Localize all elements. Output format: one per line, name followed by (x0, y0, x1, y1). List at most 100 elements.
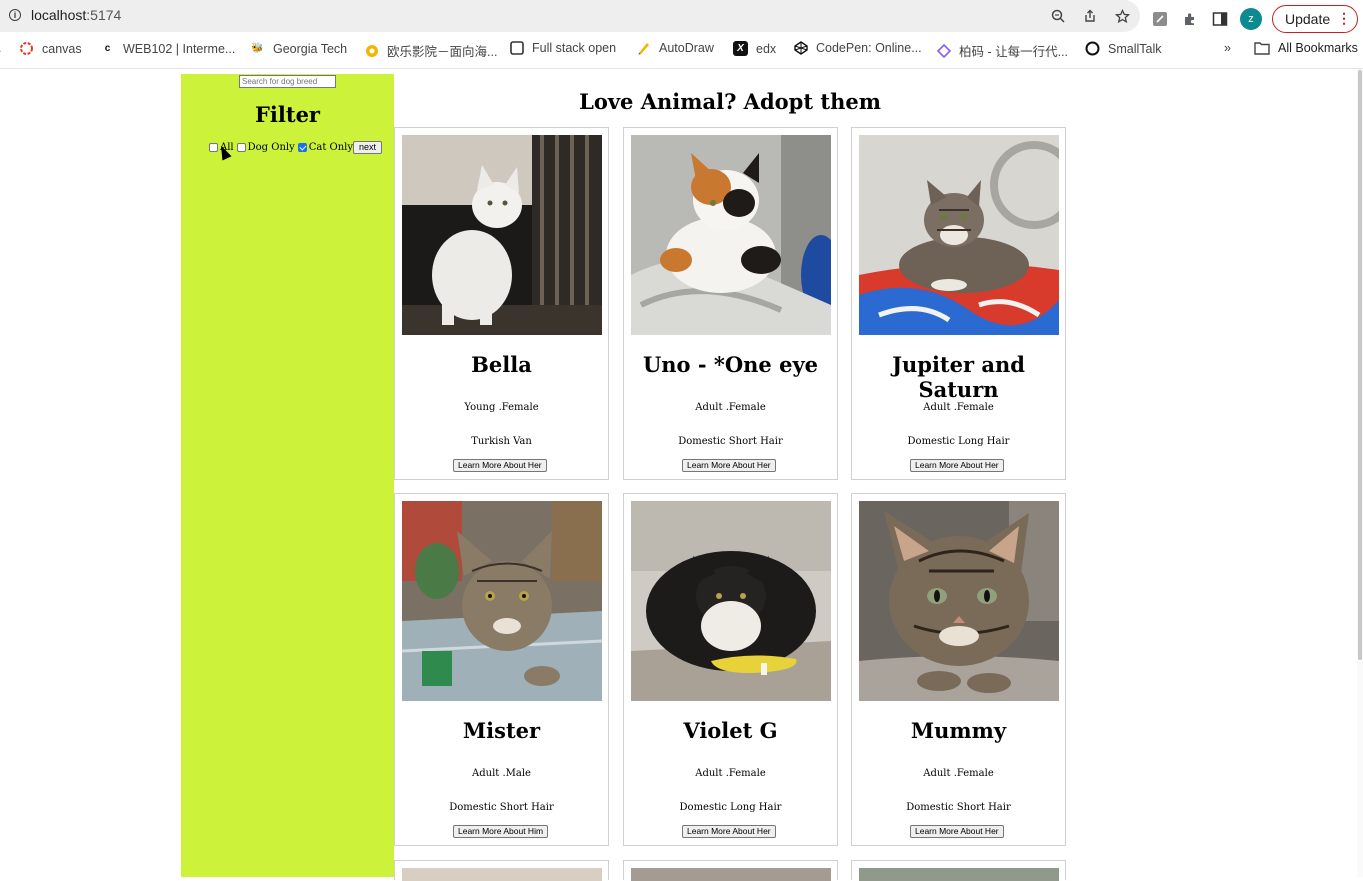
bookmark-itbaima[interactable]: 柏码 - 让每一行代... (937, 41, 1068, 60)
folder-icon (1254, 42, 1270, 55)
pet-card-partial (623, 860, 838, 881)
zoom-icon[interactable] (1048, 6, 1068, 26)
learn-more-button[interactable]: Learn More About Her (910, 825, 1004, 838)
pet-card: Mister Adult .Male Domestic Short Hair L… (394, 493, 609, 846)
bookmark-label: AutoDraw (659, 41, 714, 55)
bookmark-overflow-left: . (0, 41, 1, 55)
learn-more-button[interactable]: Learn More About Her (682, 459, 776, 472)
filter-title: Filter (255, 102, 320, 127)
url-port: :5174 (86, 7, 122, 23)
cat-only-checkbox[interactable] (297, 143, 307, 152)
pet-name: Violet G (683, 718, 778, 743)
site-info-icon[interactable]: i (9, 9, 21, 21)
url-text[interactable]: localhost:5174 (31, 7, 121, 23)
learn-more-button[interactable]: Learn More About Her (453, 459, 547, 472)
pet-card: Bella Young .Female Turkish Van Learn Mo… (394, 127, 609, 480)
edx-icon: X (733, 41, 748, 56)
bookmark-olevod[interactable]: 欧乐影院－面向海... (365, 41, 497, 60)
pet-name: Mister (462, 718, 541, 743)
pet-card: Mummy Adult .Female Domestic Short Hair … (851, 493, 1066, 846)
pet-photo (631, 501, 831, 701)
bookmark-web102[interactable]: c WEB102 | Interme... (100, 41, 236, 56)
scrollbar-thumb[interactable] (1358, 70, 1362, 660)
bookmark-label: SmallTalk (1108, 41, 1162, 56)
pet-card-partial (851, 860, 1066, 881)
pet-name: Mummy (910, 718, 1007, 743)
fullstack-icon (510, 41, 524, 55)
pet-name: Jupiter and Saturn (892, 352, 1025, 402)
learn-more-button[interactable]: Learn More About Her (910, 459, 1004, 472)
pet-card: Jupiter and Saturn Adult .Female Domesti… (851, 127, 1066, 480)
bookmark-label: Georgia Tech (273, 41, 348, 56)
pet-photo (859, 501, 1059, 701)
address-bar-actions (1048, 6, 1132, 26)
breed-search-input[interactable] (239, 75, 336, 88)
profile-avatar[interactable]: z (1240, 8, 1262, 30)
pet-photo (859, 868, 1059, 881)
bookmark-fullstack[interactable]: Full stack open (510, 41, 616, 55)
pet-breed: Domestic Long Hair (679, 802, 782, 813)
dog-only-checkbox[interactable] (236, 143, 246, 152)
menu-dots-icon[interactable]: ⋮ (1337, 10, 1351, 27)
address-bar[interactable]: i localhost:5174 (0, 0, 1140, 32)
pet-age-gender: Young .Female (464, 402, 539, 413)
pet-photo (631, 135, 831, 335)
pet-name: Uno - *One eye (642, 352, 819, 377)
learn-more-button[interactable]: Learn More About Her (682, 825, 776, 838)
toolbar-right: z Update ⋮ (1150, 5, 1358, 33)
pet-card: Violet G Adult .Female Domestic Long Hai… (623, 493, 838, 846)
bookmark-edx[interactable]: X edx (733, 41, 776, 56)
pet-age-gender: Adult .Female (695, 768, 766, 779)
update-button[interactable]: Update ⋮ (1272, 5, 1358, 33)
bookmark-label: CodePen: Online... (816, 41, 922, 55)
pet-age-gender: Adult .Female (923, 402, 994, 413)
learn-more-button[interactable]: Learn More About Him (453, 825, 549, 838)
bookmarks-bar: . canvas c WEB102 | Interme... 🐝 Georgia… (0, 38, 1363, 62)
share-icon[interactable] (1080, 6, 1100, 26)
url-host: localhost (31, 7, 87, 23)
bookmarks-overflow-icon[interactable]: » (1224, 41, 1231, 55)
bookmark-label: edx (756, 41, 777, 56)
pet-card: Uno - *One eye Adult .Female Domestic Sh… (623, 127, 838, 480)
next-button[interactable]: next (353, 141, 383, 154)
side-panel-icon[interactable] (1210, 9, 1230, 29)
pet-breed: Domestic Long Hair (907, 436, 1010, 447)
bookmark-canvas[interactable]: canvas (19, 41, 82, 56)
pet-age-gender: Adult .Male (472, 768, 531, 779)
codepath-icon: c (104, 43, 111, 54)
pet-age-gender: Adult .Female (695, 402, 766, 413)
bookmark-label: Full stack open (532, 41, 617, 55)
pet-breed: Turkish Van (471, 436, 532, 447)
pet-photo (631, 868, 831, 881)
bookmark-smalltalk[interactable]: SmallTalk (1085, 41, 1162, 56)
georgia-tech-icon: 🐝 (251, 43, 264, 54)
dog-only-label: Dog Only (247, 142, 295, 153)
puzzle-icon[interactable] (1180, 9, 1200, 29)
pet-age-gender: Adult .Female (923, 768, 994, 779)
bookmark-georgia-tech[interactable]: 🐝 Georgia Tech (250, 41, 347, 56)
bookmark-label: canvas (42, 41, 82, 56)
pet-breed: Domestic Short Hair (906, 802, 1011, 813)
canvas-icon (20, 42, 33, 55)
all-bookmarks-label: All Bookmarks (1278, 41, 1358, 55)
itbaima-icon (937, 43, 951, 58)
pet-breed: Domestic Short Hair (449, 802, 554, 813)
pet-breed: Domestic Short Hair (678, 436, 783, 447)
codepen-icon (794, 41, 808, 55)
autodraw-icon (638, 43, 649, 55)
pet-name: Bella (471, 352, 532, 377)
extension-icon[interactable] (1150, 9, 1170, 29)
pet-photo (859, 135, 1059, 335)
pet-card-partial (394, 860, 609, 881)
cat-only-label: Cat Only (308, 142, 354, 153)
bookmark-label: WEB102 | Interme... (123, 41, 236, 56)
all-bookmarks[interactable]: All Bookmarks (1254, 41, 1358, 55)
bookmark-codepen[interactable]: CodePen: Online... (794, 41, 922, 55)
filter-sidebar: Filter All Dog Only Cat Only next (181, 74, 394, 877)
bookmark-label: 柏码 - 让每一行代... (959, 45, 1069, 59)
bookmark-star-icon[interactable] (1112, 6, 1132, 26)
olevod-icon (366, 44, 378, 57)
pet-photo (402, 135, 602, 335)
bookmark-autodraw[interactable]: AutoDraw (637, 41, 714, 55)
pet-photo (402, 501, 602, 701)
